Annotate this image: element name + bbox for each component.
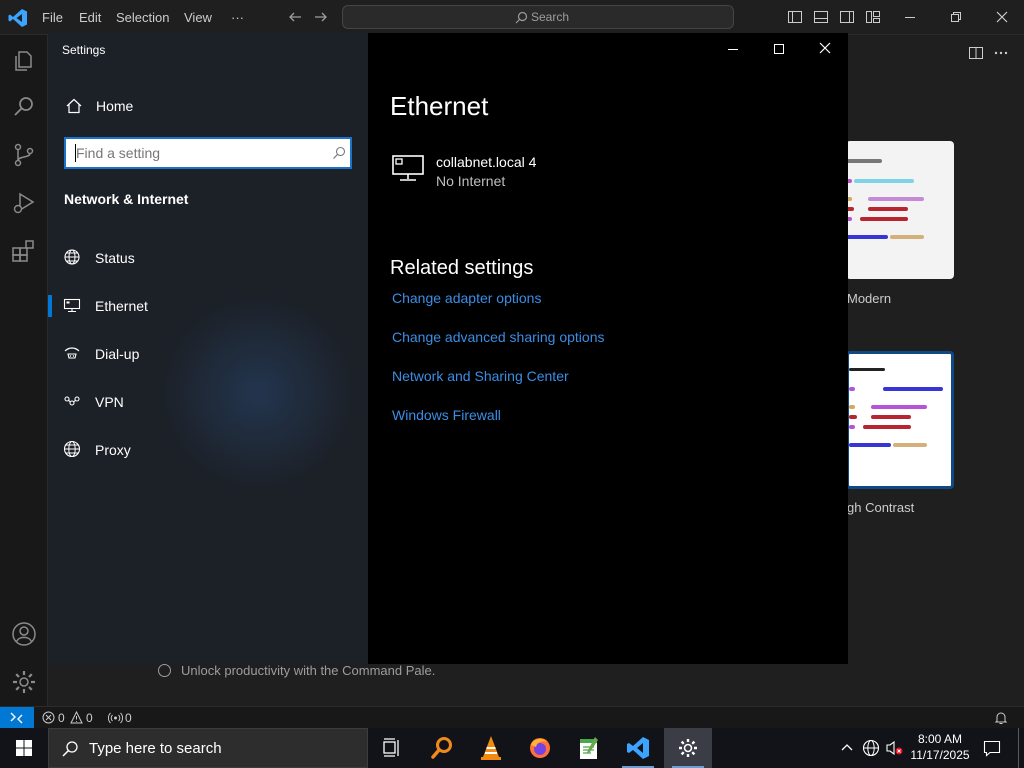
warning-count[interactable]: 0	[86, 711, 93, 725]
taskbar-app-settings-icon[interactable]	[664, 728, 712, 768]
theme-label-high-contrast: gh Contrast	[847, 500, 915, 515]
settings-close-icon[interactable]	[813, 39, 837, 59]
start-button[interactable]	[0, 728, 48, 768]
accounts-icon[interactable]	[11, 621, 37, 647]
search-icon[interactable]	[11, 94, 37, 120]
nav-proxy[interactable]: Proxy	[95, 442, 131, 458]
restore-icon[interactable]	[948, 9, 964, 25]
status-globe-icon	[63, 248, 81, 266]
customize-layout-icon[interactable]	[865, 9, 881, 25]
run-debug-icon[interactable]	[11, 190, 37, 216]
settings-navigation-pane: Settings Home Find a setting Network & I…	[48, 33, 368, 664]
search-icon	[515, 11, 528, 24]
nav-dialup[interactable]: Dial-up	[95, 346, 139, 362]
section-title: Network & Internet	[64, 191, 189, 207]
find-setting-placeholder: Find a setting	[76, 145, 161, 161]
explorer-icon[interactable]	[11, 47, 37, 73]
ports-icon[interactable]	[108, 711, 123, 724]
taskbar-app-vlc-icon[interactable]	[467, 728, 515, 768]
network-globe-tray-icon[interactable]	[861, 738, 881, 758]
ports-count[interactable]: 0	[125, 711, 132, 725]
link-network-sharing-center[interactable]: Network and Sharing Center	[392, 368, 569, 384]
nav-home[interactable]: Home	[96, 98, 133, 114]
command-center-search[interactable]: Search	[342, 5, 734, 29]
search-icon[interactable]	[332, 146, 346, 160]
error-count[interactable]: 0	[58, 711, 65, 725]
notifications-bell-icon[interactable]	[994, 711, 1008, 725]
settings-content-pane: Ethernet collabnet.local 4 No Internet R…	[368, 33, 848, 664]
source-control-icon[interactable]	[11, 142, 37, 168]
taskbar-app-vscode-icon[interactable]	[614, 728, 662, 768]
extensions-icon[interactable]	[11, 238, 37, 264]
vscode-statusbar: 0 0 0	[0, 706, 1024, 729]
clock-time: 8:00 AM	[917, 732, 963, 746]
split-editor-icon[interactable]	[968, 45, 984, 61]
taskbar-search-box[interactable]: Type here to search	[48, 728, 368, 768]
theme-card-high-contrast[interactable]	[846, 351, 954, 489]
clock-date: 11/17/2025	[910, 748, 970, 762]
menu-file[interactable]: File	[42, 0, 63, 35]
toggle-secondary-sidebar-icon[interactable]	[839, 9, 855, 25]
show-desktop-button[interactable]	[1018, 728, 1019, 768]
ethernet-icon	[63, 296, 81, 314]
close-icon[interactable]	[994, 9, 1010, 25]
theme-card-modern[interactable]	[846, 141, 954, 279]
settings-maximize-icon[interactable]	[767, 39, 791, 59]
task-view-button[interactable]	[368, 728, 416, 768]
settings-minimize-icon[interactable]	[721, 39, 745, 59]
action-center-icon[interactable]	[982, 738, 1002, 758]
windows-taskbar: Type here to search 8:00 AM 11/17/2025	[0, 728, 1024, 768]
toggle-panel-icon[interactable]	[813, 9, 829, 25]
network-status: No Internet	[436, 173, 506, 189]
taskbar-search-placeholder: Type here to search	[89, 740, 222, 757]
menu-edit[interactable]: Edit	[79, 0, 101, 35]
link-change-advanced-sharing[interactable]: Change advanced sharing options	[392, 329, 605, 345]
menu-view[interactable]: View	[184, 0, 212, 35]
theme-label-modern: Modern	[847, 291, 892, 306]
menu-selection[interactable]: Selection	[116, 0, 169, 35]
taskbar-app-search-tool[interactable]	[418, 728, 466, 768]
page-title: Ethernet	[390, 91, 489, 121]
vscode-logo-icon	[8, 8, 28, 28]
tray-overflow-chevron-icon[interactable]	[839, 740, 855, 756]
remote-indicator-button[interactable]	[0, 707, 34, 729]
nav-status[interactable]: Status	[95, 250, 135, 266]
step-checkbox-icon[interactable]	[158, 664, 171, 677]
volume-muted-tray-icon[interactable]	[884, 738, 906, 758]
nav-vpn[interactable]: VPN	[95, 394, 124, 410]
taskbar-clock[interactable]: 8:00 AM 11/17/2025	[910, 731, 970, 763]
dialup-icon	[63, 344, 81, 362]
activity-bar	[0, 35, 48, 706]
selected-indicator	[48, 295, 52, 317]
search-icon	[61, 740, 79, 758]
background-glow	[158, 293, 358, 493]
forward-arrow-icon[interactable]	[313, 9, 329, 25]
back-arrow-icon[interactable]	[287, 9, 303, 25]
menu-more[interactable]: ···	[231, 0, 244, 35]
related-settings-title: Related settings	[390, 257, 534, 279]
warning-icon[interactable]	[70, 711, 83, 724]
settings-window: Settings Home Find a setting Network & I…	[48, 33, 848, 664]
nav-ethernet[interactable]: Ethernet	[95, 298, 148, 314]
network-connection[interactable]: collabnet.local 4 No Internet	[390, 151, 690, 195]
walkthrough-step-label: Unlock productivity with the Command Pal…	[181, 663, 436, 678]
find-setting-input[interactable]: Find a setting	[64, 137, 352, 169]
network-monitor-icon	[390, 153, 426, 183]
home-icon	[65, 97, 83, 115]
taskbar-app-editor-icon[interactable]	[565, 728, 613, 768]
minimize-icon[interactable]	[902, 9, 918, 25]
errors-icon[interactable]	[42, 711, 55, 724]
vpn-icon	[63, 392, 81, 410]
proxy-globe-icon	[63, 440, 81, 458]
link-change-adapter-options[interactable]: Change adapter options	[392, 290, 541, 306]
settings-window-title: Settings	[62, 43, 106, 57]
network-name: collabnet.local 4	[436, 154, 537, 170]
manage-gear-icon[interactable]	[11, 669, 37, 695]
link-windows-firewall[interactable]: Windows Firewall	[392, 407, 501, 423]
toggle-primary-sidebar-icon[interactable]	[787, 9, 803, 25]
command-center-label: Search	[531, 10, 570, 24]
taskbar-app-firefox-icon[interactable]	[516, 728, 564, 768]
vscode-titlebar: File Edit Selection View ··· Search	[0, 0, 1024, 35]
more-actions-icon[interactable]	[993, 45, 1009, 61]
